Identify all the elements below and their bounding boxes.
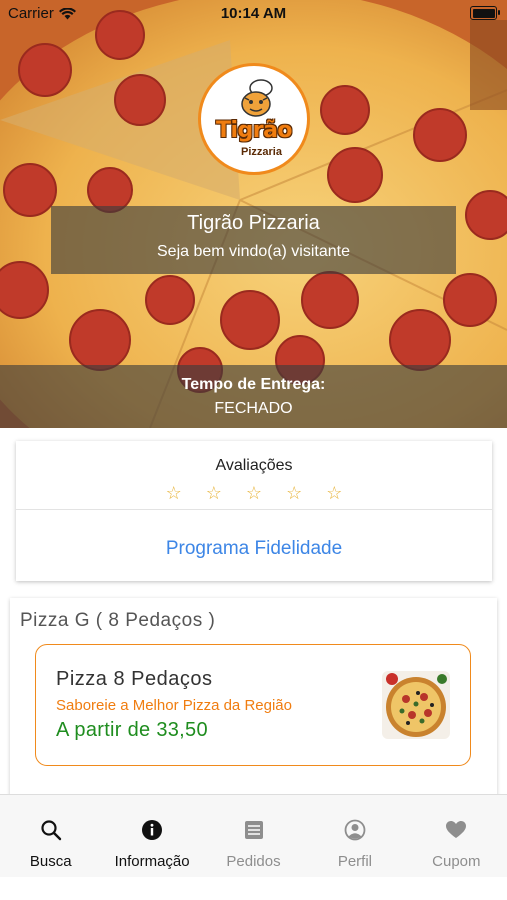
ratings-title: Avaliações xyxy=(215,457,293,474)
store-name: Tigrão Pizzaria xyxy=(187,212,320,234)
category-heading: Pizza G ( 8 Pedaços ) xyxy=(20,610,216,631)
search-icon xyxy=(41,820,61,841)
info-icon xyxy=(142,820,163,840)
tab-perfil[interactable]: Perfil xyxy=(304,795,405,877)
list-icon xyxy=(244,821,263,839)
status-bar: Carrier 10:14 AM xyxy=(0,0,507,28)
profile-icon xyxy=(344,819,366,841)
delivery-time-label: Tempo de Entrega: xyxy=(181,376,326,393)
tab-label: Perfil xyxy=(337,853,373,870)
star-icon[interactable]: ☆ xyxy=(166,484,182,502)
star-icon[interactable]: ☆ xyxy=(286,484,302,502)
tab-busca[interactable]: Busca xyxy=(0,795,101,877)
star-icon[interactable]: ☆ xyxy=(246,484,262,502)
tab-cupom[interactable]: Cupom xyxy=(406,795,507,877)
hero-banner: Carrier 10:14 AM Tigrão Pizzaria Tigrão … xyxy=(0,0,507,428)
tab-label: Informação xyxy=(114,853,190,870)
product-price: A partir de 33,50 xyxy=(56,719,208,741)
tab-pedidos[interactable]: Pedidos xyxy=(203,795,304,877)
logo-sub-text: Pizzaria xyxy=(241,146,282,158)
star-icon[interactable]: ☆ xyxy=(206,484,222,502)
tab-informacao[interactable]: Informação xyxy=(101,795,202,877)
store-logo: Tigrão Pizzaria xyxy=(198,63,310,175)
battery-icon xyxy=(470,6,500,20)
product-card[interactable]: Pizza 8 Pedaços Saboreie a Melhor Pizza … xyxy=(35,644,471,766)
category-section: Pizza G ( 8 Pedaços ) Pizza 8 Pedaços Sa… xyxy=(10,598,497,798)
tab-label: Pedidos xyxy=(226,853,281,870)
tiger-chef-icon xyxy=(241,79,273,117)
heart-icon xyxy=(446,821,467,838)
loyalty-program-link[interactable]: Programa Fidelidade xyxy=(16,538,492,560)
star-icon[interactable]: ☆ xyxy=(326,484,342,502)
delivery-time-value: FECHADO xyxy=(214,400,293,417)
product-thumbnail xyxy=(382,671,450,739)
product-description: Saboreie a Melhor Pizza da Região xyxy=(56,697,292,714)
ratings-card: Avaliações ☆ ☆ ☆ ☆ ☆ Programa Fidelidade xyxy=(16,441,492,581)
welcome-box: Tigrão Pizzaria Seja bem vindo(a) visita… xyxy=(51,206,456,274)
welcome-message: Seja bem vindo(a) visitante xyxy=(157,243,350,260)
product-name: Pizza 8 Pedaços xyxy=(56,668,213,690)
clock: 10:14 AM xyxy=(220,5,287,22)
divider xyxy=(16,509,492,510)
logo-brand-text: Tigrão xyxy=(215,118,293,143)
tab-label: Cupom xyxy=(432,853,481,870)
rating-stars[interactable]: ☆ ☆ ☆ ☆ ☆ xyxy=(16,484,492,502)
delivery-time-bar: Tempo de Entrega: FECHADO xyxy=(0,365,507,428)
tab-label: Busca xyxy=(29,853,72,870)
tab-bar: Busca Informação Pedidos Perfil Cupom xyxy=(0,794,507,877)
